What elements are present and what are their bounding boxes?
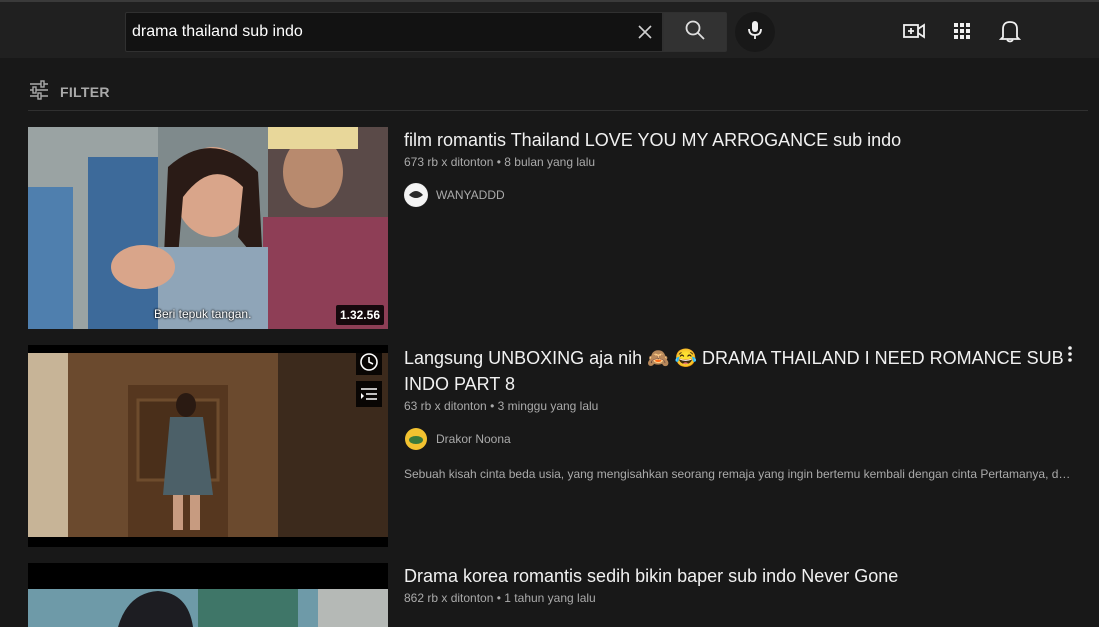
video-title[interactable]: Langsung UNBOXING aja nih 🙈 😂 DRAMA THAI… [404, 345, 1076, 397]
video-meta: Drama korea romantis sedih bikin baper s… [404, 563, 1076, 605]
mic-icon [745, 19, 765, 46]
top-bar [0, 0, 1099, 58]
video-meta: Langsung UNBOXING aja nih 🙈 😂 DRAMA THAI… [404, 345, 1076, 481]
upload-age: 1 tahun yang lalu [504, 591, 596, 605]
view-count: 862 rb x ditonton [404, 591, 494, 605]
filter-button[interactable]: FILTER [28, 78, 110, 106]
video-result: Drama korea romantis sedih bikin baper s… [28, 563, 1088, 627]
thumbnail-image [28, 345, 388, 547]
video-stats: 63 rb x ditonton • 3 minggu yang lalu [404, 399, 1076, 413]
dot-separator: • [490, 399, 498, 413]
video-stats: 862 rb x ditonton • 1 tahun yang lalu [404, 591, 1076, 605]
search-button[interactable] [663, 12, 727, 52]
channel-name: WANYADDD [436, 188, 505, 202]
watch-later-icon[interactable] [356, 349, 382, 375]
channel-link[interactable]: WANYADDD [404, 183, 1076, 207]
clear-icon[interactable] [634, 21, 656, 43]
channel-link[interactable]: Drakor Noona [404, 427, 1076, 451]
video-description: Sebuah kisah cinta beda usia, yang mengi… [404, 467, 1076, 481]
thumbnail-image [28, 127, 388, 329]
left-edge [0, 58, 8, 627]
avatar [404, 427, 428, 451]
view-count: 63 rb x ditonton [404, 399, 487, 413]
search-input[interactable] [132, 13, 622, 51]
duration-badge: 1.32.56 [335, 305, 384, 325]
divider [28, 110, 1088, 111]
search-box [125, 12, 663, 52]
apps-grid-icon[interactable] [950, 19, 974, 43]
video-result: Beri tepuk tangan. 1.32.56 film romantis… [28, 127, 1088, 329]
video-thumbnail[interactable]: Beri tepuk tangan. 1.32.56 [28, 127, 388, 329]
video-title[interactable]: Drama korea romantis sedih bikin baper s… [404, 563, 1076, 589]
caption-text: Beri tepuk tangan. [154, 307, 252, 321]
video-thumbnail[interactable] [28, 563, 388, 627]
filter-sliders-icon [28, 79, 50, 105]
avatar [404, 183, 428, 207]
notifications-bell-icon[interactable] [998, 19, 1022, 43]
add-to-queue-icon[interactable] [356, 381, 382, 407]
video-meta: film romantis Thailand LOVE YOU MY ARROG… [404, 127, 1076, 207]
more-vert-icon[interactable] [1060, 345, 1080, 365]
channel-name: Drakor Noona [436, 432, 511, 446]
create-video-icon[interactable] [902, 19, 926, 43]
voice-search-button[interactable] [735, 12, 775, 52]
upload-age: 3 minggu yang lalu [497, 399, 599, 413]
filter-label: FILTER [60, 84, 110, 100]
video-title[interactable]: film romantis Thailand LOVE YOU MY ARROG… [404, 127, 1076, 153]
thumbnail-image [28, 563, 388, 627]
video-stats: 673 rb x ditonton • 8 bulan yang lalu [404, 155, 1076, 169]
video-thumbnail[interactable] [28, 345, 388, 547]
upload-age: 8 bulan yang lalu [504, 155, 596, 169]
view-count: 673 rb x ditonton [404, 155, 494, 169]
search-icon [684, 19, 706, 46]
video-result: Langsung UNBOXING aja nih 🙈 😂 DRAMA THAI… [28, 345, 1088, 547]
